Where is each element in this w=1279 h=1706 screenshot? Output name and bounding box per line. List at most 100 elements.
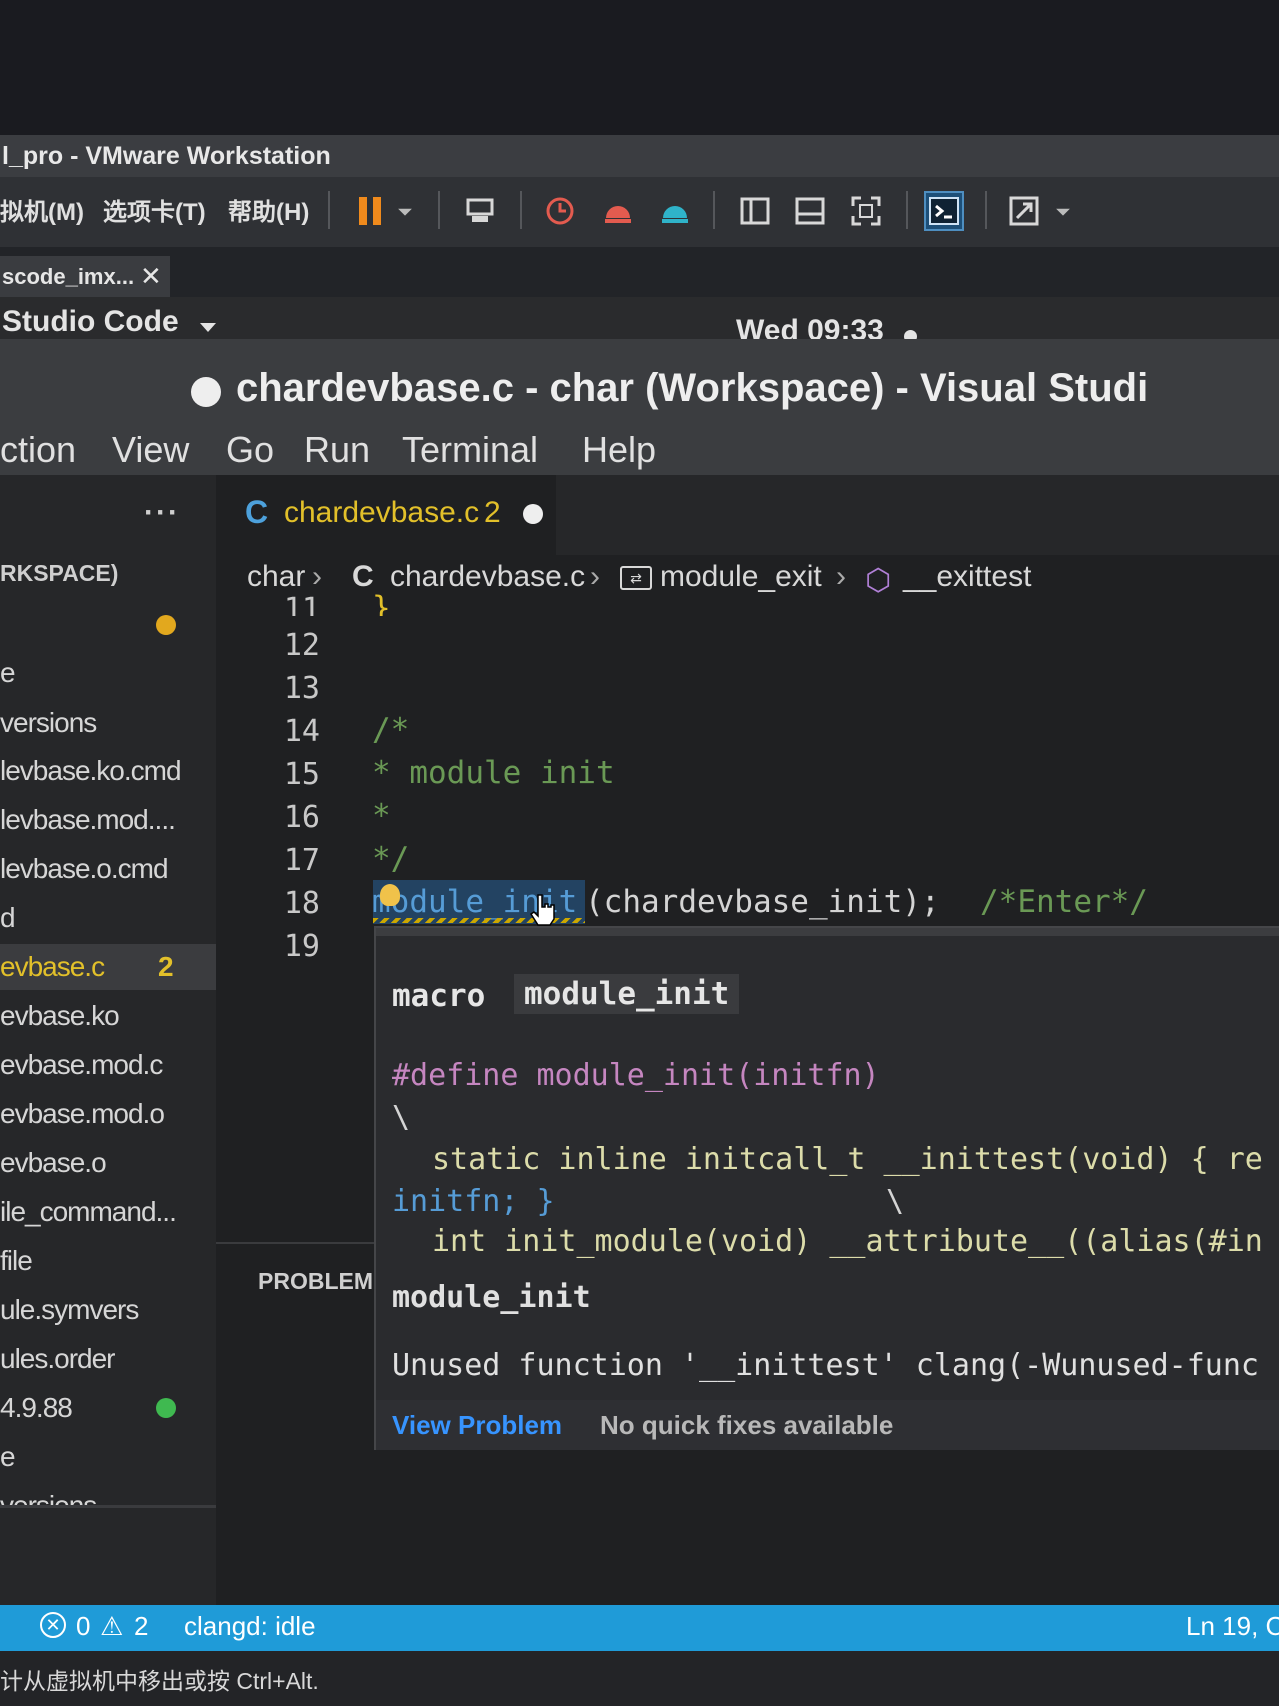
line-number: 17	[283, 843, 320, 878]
hover-line-continuation: \	[886, 1184, 905, 1219]
hover-expansion: module_init	[392, 1280, 591, 1315]
pause-dropdown-icon[interactable]	[392, 191, 418, 231]
chevron-right-icon: ›	[312, 560, 322, 593]
error-count[interactable]: 0	[76, 1611, 90, 1642]
git-status-dot-icon	[156, 615, 176, 635]
workspace-header[interactable]: RKSPACE)	[0, 560, 118, 587]
sidebar-file-item[interactable]: evbase.c 2	[0, 944, 216, 990]
sidebar-file-item[interactable]: evbase.mod.c	[0, 1042, 216, 1088]
clangd-status[interactable]: clangd: idle	[184, 1611, 316, 1642]
window-title: chardevbase.c - char (Workspace) - Visua…	[236, 366, 1149, 410]
hand-cursor-icon	[530, 894, 555, 926]
sidebar-file-label: e	[0, 657, 16, 688]
app-menu[interactable]: Studio Code	[2, 305, 179, 339]
breadcrumb-symbol-exittest[interactable]: __exittest	[903, 560, 1031, 594]
menu-terminal[interactable]: Terminal	[402, 425, 538, 475]
unsaved-indicator-icon	[191, 377, 221, 407]
hover-divider	[376, 934, 1279, 936]
code-line-18-comment[interactable]: /*Enter*/	[980, 884, 1148, 920]
editor-tab-label[interactable]: chardevbase.c	[284, 496, 479, 530]
stretch-guest-icon[interactable]	[1004, 191, 1044, 231]
snapshot-icon[interactable]	[540, 191, 580, 231]
chevron-down-icon[interactable]	[200, 323, 216, 332]
unsaved-dot-icon[interactable]	[523, 504, 543, 524]
code-line-11[interactable]: }	[372, 590, 391, 616]
toolbar-divider	[713, 191, 715, 229]
code-line-18-args[interactable]: (chardevbase_init);	[585, 884, 940, 920]
thumbnail-bar-icon[interactable]	[790, 191, 830, 231]
full-screen-icon[interactable]	[846, 191, 886, 231]
send-keys-icon[interactable]	[460, 191, 500, 231]
code-line-16[interactable]: *	[372, 798, 391, 834]
sidebar-file-item[interactable]: ile_command...	[0, 1189, 216, 1235]
sidebar-file-item[interactable]: file	[0, 1238, 216, 1284]
chevron-right-icon: ›	[836, 560, 846, 593]
close-icon[interactable]: ✕	[140, 262, 164, 290]
line-number: 19	[283, 929, 320, 964]
menu-help[interactable]: Help	[582, 425, 656, 475]
sidebar-file-label: ules.order	[0, 1343, 116, 1374]
error-icon[interactable]: ✕	[40, 1612, 66, 1638]
breadcrumb-folder[interactable]: char	[247, 560, 305, 594]
stretch-dropdown-icon[interactable]	[1050, 191, 1076, 231]
vmware-menu-help[interactable]: 帮助(H)	[228, 192, 309, 227]
snapshot-manager-icon[interactable]	[655, 191, 695, 231]
console-view-icon[interactable]	[924, 191, 964, 231]
sidebar-file-item[interactable]: evbase.mod.o	[0, 1091, 216, 1137]
ubuntu-top-bar	[0, 297, 1279, 339]
hover-kind: macro	[392, 978, 486, 1014]
view-problem-link[interactable]: View Problem	[392, 1410, 562, 1441]
code-line-15[interactable]: * module init	[372, 755, 615, 791]
library-view-icon[interactable]	[735, 191, 775, 231]
breadcrumb-file[interactable]: chardevbase.c	[390, 560, 585, 594]
menu-run[interactable]: Run	[304, 425, 370, 475]
hover-symbol-name: module_init	[514, 974, 740, 1014]
sidebar-file-item[interactable]: ule.symvers	[0, 1287, 216, 1333]
c-file-icon: C	[245, 494, 269, 530]
sidebar-file-label: levbase.mod....	[0, 804, 176, 835]
sidebar-file-label: file	[0, 1245, 33, 1276]
line-number: 16	[283, 800, 320, 835]
chevron-right-icon: ›	[590, 560, 600, 593]
menu-selection[interactable]: ction	[0, 425, 76, 475]
sidebar-file-item[interactable]: versions	[0, 700, 216, 746]
sidebar-file-label: e	[0, 1441, 16, 1472]
vmware-menu-tabs[interactable]: 选项卡(T)	[103, 192, 206, 227]
sidebar-file-item[interactable]: versions	[0, 1483, 216, 1505]
sidebar-file-item[interactable]: evbase.ko	[0, 993, 216, 1039]
sidebar-file-item[interactable]: levbase.mod....	[0, 797, 216, 843]
hover-tooltip[interactable]: macro module_init #define module_init(in…	[374, 926, 1279, 1450]
file-problem-count: 2	[158, 951, 174, 982]
tab-problems[interactable]: PROBLEM	[258, 1268, 373, 1295]
sidebar-file-label: evbase.c	[0, 951, 105, 982]
sidebar-file-item[interactable]: 4.9.88	[0, 1385, 216, 1431]
more-actions-icon[interactable]: ···	[144, 496, 180, 530]
sidebar-file-item[interactable]: levbase.ko.cmd	[0, 748, 216, 794]
code-line-17[interactable]: */	[372, 841, 409, 877]
cursor-position[interactable]: Ln 19, C	[1186, 1611, 1279, 1642]
menu-go[interactable]: Go	[226, 425, 274, 475]
sidebar-file-item[interactable]: e	[0, 650, 216, 696]
warning-count[interactable]: 2	[134, 1611, 148, 1642]
sidebar-file-item[interactable]: e	[0, 1434, 216, 1480]
sidebar-file-item[interactable]: levbase.o.cmd	[0, 846, 216, 892]
sidebar-file-item[interactable]: ules.order	[0, 1336, 216, 1382]
menu-view[interactable]: View	[112, 425, 189, 475]
breadcrumb-symbol-module-exit[interactable]: module_exit	[660, 560, 822, 594]
line-number: 14	[283, 714, 320, 749]
warning-icon[interactable]: ⚠	[100, 1611, 123, 1642]
sidebar-file-item[interactable]: evbase.o	[0, 1140, 216, 1186]
hover-define: #define module_init(initfn)	[392, 1058, 880, 1093]
sidebar-file-item[interactable]	[0, 602, 216, 648]
code-line-14[interactable]: /*	[372, 712, 409, 748]
hover-body-line-1: static inline initcall_t __inittest(void…	[432, 1142, 1263, 1177]
c-file-icon: C	[352, 560, 374, 593]
sidebar-file-item[interactable]: d	[0, 895, 216, 941]
function-cube-icon: ⬡	[865, 564, 892, 597]
hover-diagnostic: Unused function '__inittest' clang(-Wunu…	[392, 1348, 1259, 1383]
revert-snapshot-icon[interactable]	[598, 191, 638, 231]
line-number: 12	[283, 628, 320, 663]
pause-icon[interactable]	[350, 191, 390, 231]
vmware-menu-vm[interactable]: 拟机(M)	[0, 192, 84, 227]
lightbulb-icon[interactable]	[380, 884, 400, 906]
